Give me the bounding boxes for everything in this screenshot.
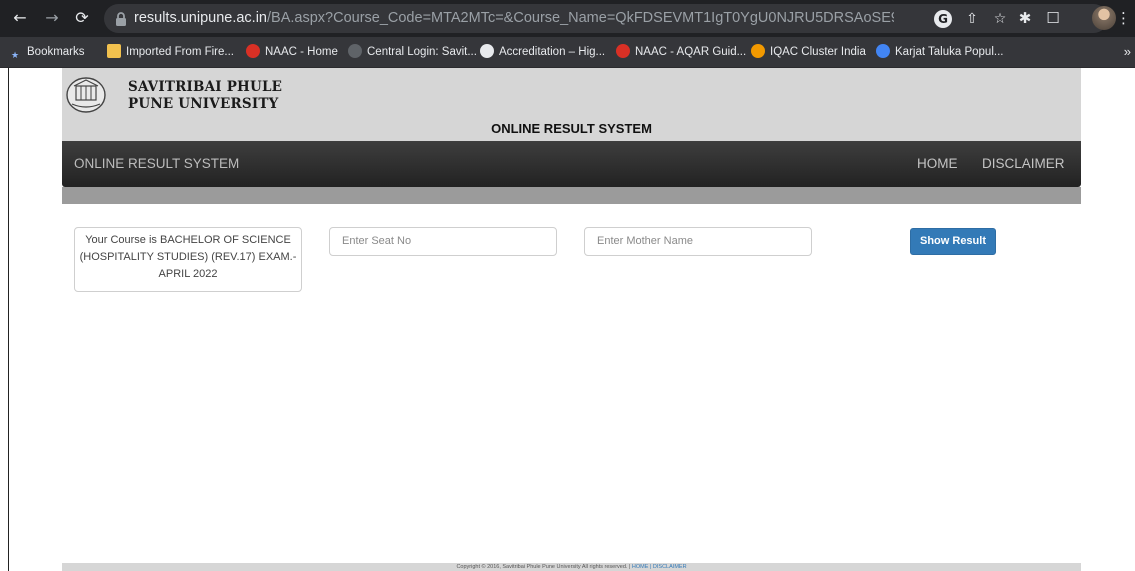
- url-host: results.unipune.ac.in: [134, 10, 267, 26]
- bookmark-label: Imported From Fire...: [126, 46, 234, 58]
- bookmarks-overflow-button[interactable]: »: [1124, 37, 1131, 67]
- bookmark-naac-aqar[interactable]: NAAC - AQAR Guid...: [616, 37, 746, 67]
- url-text[interactable]: results.unipune.ac.in/BA.aspx?Course_Cod…: [134, 4, 894, 33]
- course-info-box: Your Course is BACHELOR OF SCIENCE (HOSP…: [74, 227, 302, 292]
- course-line3: APRIL 2022: [158, 268, 218, 280]
- iqac-icon: [751, 44, 765, 58]
- address-bar[interactable]: results.unipune.ac.in/BA.aspx?Course_Cod…: [104, 4, 1108, 33]
- site-icon: [348, 44, 362, 58]
- mother-name-input[interactable]: Enter Mother Name: [584, 227, 812, 256]
- university-name-line2: PUNE UNIVERSITY: [128, 96, 279, 112]
- bookmark-accreditation[interactable]: Accreditation – Hig...: [480, 37, 605, 67]
- bookmark-label: Karjat Taluka Popul...: [895, 46, 1004, 58]
- globe-icon: [480, 44, 494, 58]
- globe-icon: [876, 44, 890, 58]
- footer-home-link[interactable]: HOME: [632, 564, 649, 570]
- google-icon[interactable]: G: [934, 10, 952, 28]
- bookmark-label: Accreditation – Hig...: [499, 46, 606, 58]
- show-result-button[interactable]: Show Result: [910, 228, 996, 255]
- url-path: /BA.aspx?Course_Code=MTA2MTc=&Course_Nam…: [267, 10, 894, 26]
- nav-home-link[interactable]: HOME: [917, 141, 958, 187]
- bookmark-label: NAAC - Home: [265, 46, 338, 58]
- footer-disclaimer-link[interactable]: DISCLAIMER: [653, 564, 687, 570]
- footer-separator: |: [649, 564, 652, 570]
- page-title: ONLINE RESULT SYSTEM: [491, 121, 652, 136]
- star-icon[interactable]: ☆: [990, 9, 1010, 29]
- university-name: SAVITRIBAI PHULE PUNE UNIVERSITY: [128, 79, 282, 113]
- course-line1: Your Course is BACHELOR OF SCIENCE: [85, 234, 291, 246]
- bookmarks-menu[interactable]: ★ Bookmarks: [8, 37, 85, 67]
- page-footer: Copyright © 2016, Savitribai Phule Pune …: [62, 563, 1081, 571]
- folder-icon: [107, 44, 121, 58]
- university-header: SAVITRIBAI PHULE PUNE UNIVERSITY ONLINE …: [62, 68, 1081, 141]
- bookmark-central-login[interactable]: Central Login: Savit...: [348, 37, 477, 67]
- bookmark-label: NAAC - AQAR Guid...: [635, 46, 747, 58]
- menu-icon[interactable]: ⋮: [1116, 7, 1131, 29]
- bookmarks-label: Bookmarks: [27, 46, 85, 58]
- university-logo: [66, 77, 106, 113]
- reload-icon[interactable]: ⟳: [70, 6, 94, 30]
- bookmark-label: IQAC Cluster India: [770, 46, 866, 58]
- sidepanel-icon[interactable]: ☐: [1042, 7, 1064, 29]
- course-line2: (HOSPITALITY STUDIES) (REV.17) EXAM.-: [79, 251, 297, 263]
- naac-icon: [616, 44, 630, 58]
- university-name-line1: SAVITRIBAI PHULE: [128, 79, 283, 95]
- naac-icon: [246, 44, 260, 58]
- footer-copyright: Copyright © 2016, Savitribai Phule Pune …: [456, 564, 631, 570]
- lock-icon: [116, 12, 126, 26]
- extensions-icon[interactable]: ✱: [1014, 7, 1036, 29]
- bookmark-naac-home[interactable]: NAAC - Home: [246, 37, 338, 67]
- navbar-brand[interactable]: ONLINE RESULT SYSTEM: [74, 141, 239, 187]
- bookmarks-bar: ★ Bookmarks Imported From Fire... NAAC - …: [0, 37, 1135, 68]
- star-icon: ★: [10, 50, 20, 60]
- bookmark-iqac[interactable]: IQAC Cluster India: [751, 37, 866, 67]
- bookmark-imported[interactable]: Imported From Fire...: [107, 37, 234, 67]
- page-left-border: [8, 68, 9, 571]
- main-navbar: ONLINE RESULT SYSTEM HOME DISCLAIMER: [62, 141, 1081, 187]
- back-arrow-icon[interactable]: ←: [8, 6, 32, 30]
- forward-arrow-icon[interactable]: →: [40, 6, 64, 30]
- bookmark-karjat[interactable]: Karjat Taluka Popul...: [876, 37, 1003, 67]
- bookmark-label: Central Login: Savit...: [367, 46, 477, 58]
- navbar-underbar: [62, 187, 1081, 204]
- nav-disclaimer-link[interactable]: DISCLAIMER: [982, 141, 1065, 187]
- browser-toolbar: ← → ⟳ results.unipune.ac.in/BA.aspx?Cour…: [0, 0, 1135, 37]
- seat-no-input[interactable]: Enter Seat No: [329, 227, 557, 256]
- profile-avatar[interactable]: [1092, 6, 1116, 30]
- share-icon[interactable]: ⇧: [962, 9, 982, 29]
